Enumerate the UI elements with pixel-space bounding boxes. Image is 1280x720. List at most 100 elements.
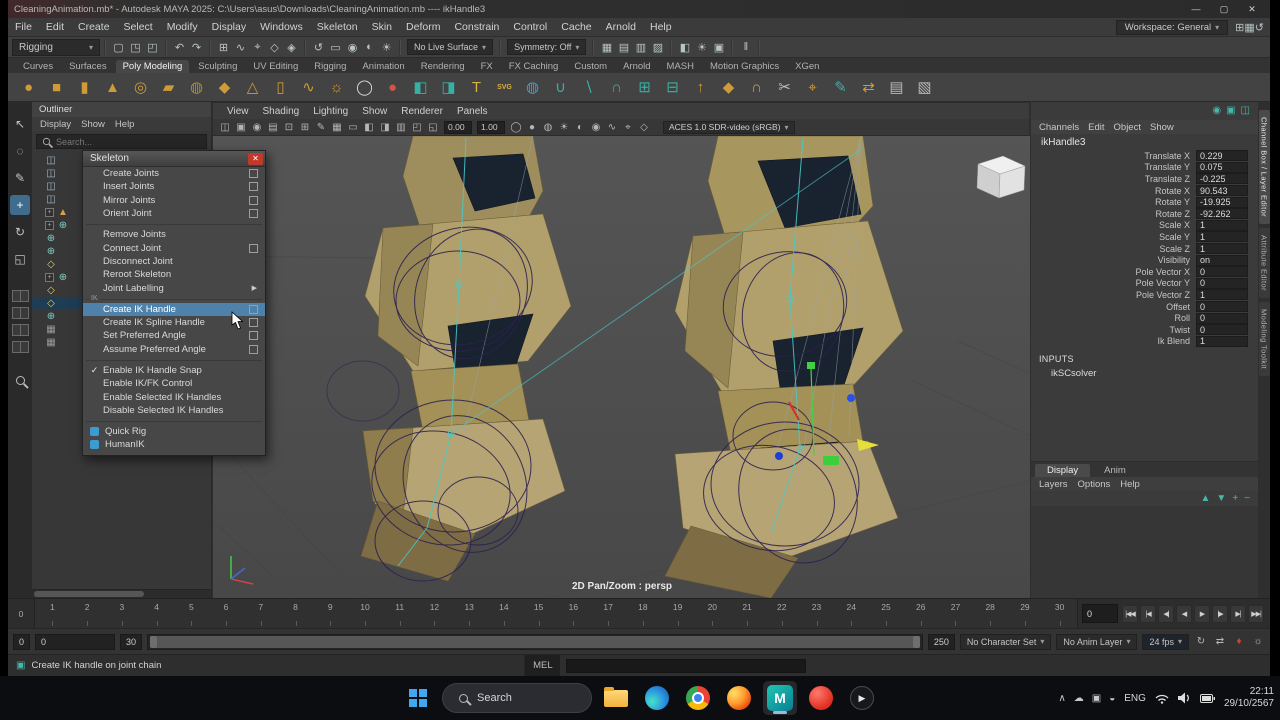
channel-value-field[interactable]: 1	[1196, 243, 1248, 255]
use-all-lights-icon[interactable]: ☀	[556, 122, 572, 133]
panel-tab-attribute-editor[interactable]: Attribute Editor	[1258, 228, 1270, 299]
playback-start-field[interactable]: 0	[35, 633, 116, 650]
step-forward-frame-button[interactable]: ▶|	[1230, 604, 1246, 623]
animation-preferences-icon[interactable]: ☼	[1251, 636, 1265, 647]
option-box-icon[interactable]	[249, 344, 258, 354]
shelf-tab-custom[interactable]: Custom	[567, 60, 614, 73]
menu-item-set-preferred-angle[interactable]: Set Preferred Angle	[83, 329, 265, 342]
menu-edit[interactable]: Edit	[39, 19, 71, 35]
frame-tick[interactable]: 17	[591, 599, 626, 628]
menu-modify[interactable]: Modify	[160, 19, 205, 35]
isolate-select-icon[interactable]: ⌖	[620, 122, 636, 133]
menu-item-enable-ik-fk-control[interactable]: Enable IK/FK Control	[83, 377, 265, 390]
wireframe-shading-icon[interactable]: ◯	[508, 122, 524, 133]
shelf-tab-animation[interactable]: Animation	[355, 60, 411, 73]
menu-item-disable-selected-ik-handles[interactable]: Disable Selected IK Handles	[83, 404, 265, 417]
menu-item-reroot-skeleton[interactable]: Reroot Skeleton	[83, 268, 265, 281]
layer-tab-display[interactable]: Display	[1035, 464, 1091, 477]
panel-menu-panels[interactable]: Panels	[451, 106, 494, 117]
channel-value-field[interactable]: 0	[1196, 266, 1248, 278]
frame-tick[interactable]: 21	[730, 599, 765, 628]
textured-icon[interactable]: ▣	[710, 41, 727, 54]
new-scene-icon[interactable]: ▢	[110, 41, 127, 54]
layout-four-pane-button[interactable]	[11, 307, 29, 319]
panel-menu-shading[interactable]: Shading	[257, 106, 306, 117]
channel-value-field[interactable]: 90.543	[1196, 185, 1248, 197]
mel-label[interactable]: MEL	[524, 655, 561, 676]
maximize-button[interactable]: ▢	[1212, 4, 1236, 15]
construction-history-icon[interactable]: ↺	[310, 41, 327, 54]
combine-icon[interactable]: ⊞	[632, 75, 657, 100]
frame-tick[interactable]: 22	[764, 599, 799, 628]
playback-end-field[interactable]: 30	[120, 633, 143, 650]
fps-selector[interactable]: 24 fps	[1142, 633, 1189, 650]
panel-menu-view[interactable]: View	[221, 106, 255, 117]
panel-tab-modeling-toolkit[interactable]: Modeling Toolkit	[1258, 302, 1270, 377]
wireframe-icon[interactable]: ▥	[632, 41, 649, 54]
frame-tick[interactable]: 27	[938, 599, 973, 628]
gamma-field[interactable]: 1.00	[477, 120, 505, 134]
render-settings-icon[interactable]: ☀	[378, 41, 395, 54]
channelbox-menu-show[interactable]: Show	[1150, 122, 1174, 133]
add-selected-layer-icon[interactable]: −	[1244, 493, 1250, 504]
shelf-tab-curves[interactable]: Curves	[16, 60, 60, 73]
channelbox-menu-edit[interactable]: Edit	[1088, 122, 1104, 133]
channelbox-menu-channels[interactable]: Channels	[1039, 122, 1079, 133]
maya-icon[interactable]: M	[763, 681, 797, 715]
input-node[interactable]: ikSCsolver	[1031, 364, 1258, 379]
frame-tick[interactable]: 19	[660, 599, 695, 628]
edge-icon[interactable]	[640, 681, 674, 715]
close-button[interactable]: ✕	[1240, 4, 1264, 15]
shelf-tab-uv-editing[interactable]: UV Editing	[246, 60, 305, 73]
frame-tick[interactable]: 4	[139, 599, 174, 628]
colorspace-selector[interactable]: ACES 1.0 SDR-video (sRGB)	[663, 120, 795, 134]
menu-item-orient-joint[interactable]: Orient Joint	[83, 207, 265, 220]
go-to-start-button[interactable]: |◀◀	[1122, 604, 1138, 623]
shelf-tab-fx-caching[interactable]: FX Caching	[502, 60, 566, 73]
channel-value-field[interactable]: 1	[1196, 231, 1248, 243]
chrome-icon[interactable]	[681, 681, 715, 715]
frame-tick[interactable]: 23	[799, 599, 834, 628]
film-gate-icon[interactable]: ▭	[345, 122, 361, 133]
channel-value-field[interactable]: 0	[1196, 301, 1248, 313]
rotate-tool-icon[interactable]: ↻	[10, 222, 30, 242]
step-back-key-button[interactable]: ◀|	[1158, 604, 1174, 623]
frame-tick[interactable]: 20	[695, 599, 730, 628]
mel-input[interactable]	[566, 658, 807, 673]
anim-start-field[interactable]: 0	[13, 633, 31, 650]
frame-tick[interactable]: 3	[104, 599, 139, 628]
bookmark-icon[interactable]: ▤	[265, 122, 281, 133]
channel-value-field[interactable]: 0	[1196, 277, 1248, 289]
frame-tick[interactable]: 30	[1042, 599, 1077, 628]
layer-list[interactable]	[1031, 506, 1258, 598]
channel-settings-icon[interactable]: ◫	[1241, 105, 1250, 117]
paint-select-tool-icon[interactable]: ✎	[10, 168, 30, 188]
boolean-union-icon[interactable]: ∪	[548, 75, 573, 100]
outliner-title[interactable]: Outliner	[32, 102, 211, 117]
bevel-icon[interactable]: ◆	[716, 75, 741, 100]
channel-value-field[interactable]: 0	[1196, 324, 1248, 336]
security-icon[interactable]: ▣	[1092, 693, 1101, 704]
isolate-select-icon[interactable]: ▤	[615, 41, 632, 54]
menu-skeleton[interactable]: Skeleton	[310, 19, 365, 35]
menu-item-mirror-joints[interactable]: Mirror Joints	[83, 194, 265, 207]
menu-set-selector[interactable]: Rigging	[12, 38, 100, 56]
taskbar-clock[interactable]: 22:11 29/10/2567	[1224, 686, 1274, 710]
workspace-selector[interactable]: Workspace: General	[1115, 19, 1229, 35]
channel-value-field[interactable]: 0.229	[1196, 150, 1248, 162]
menu-item-disconnect-joint[interactable]: Disconnect Joint	[83, 255, 265, 268]
exposure-field[interactable]: 0.00	[444, 120, 472, 134]
image-plane-icon[interactable]: ⊡	[281, 122, 297, 133]
expander-icon[interactable]: +	[45, 208, 54, 217]
layout-single-pane-button[interactable]	[11, 290, 29, 302]
menu-create[interactable]: Create	[71, 19, 117, 35]
menu-item-connect-joint[interactable]: Connect Joint	[83, 241, 265, 254]
go-to-end-button[interactable]: ▶▶|	[1248, 604, 1264, 623]
scrollbar-thumb[interactable]	[34, 591, 144, 597]
layer-menu-layers[interactable]: Layers	[1039, 479, 1068, 490]
multicut-icon[interactable]: ✂	[772, 75, 797, 100]
poly-cone-icon[interactable]: ▲	[100, 75, 125, 100]
move-layer-down-icon[interactable]: ▼	[1216, 493, 1226, 504]
resolution-gate-icon[interactable]: ◧	[361, 122, 377, 133]
frame-tick[interactable]: 10	[348, 599, 383, 628]
